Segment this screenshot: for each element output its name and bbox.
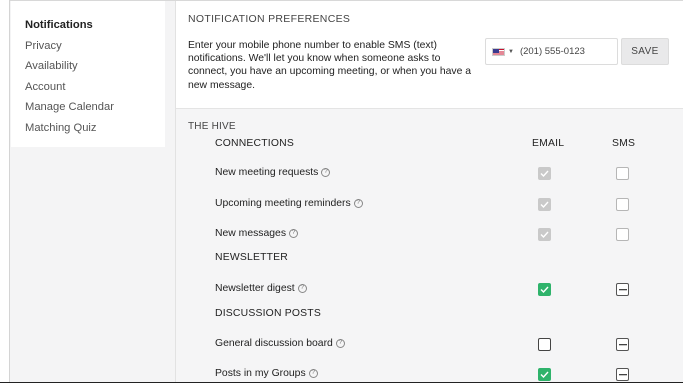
question-circle-icon[interactable]: ? [289,229,299,238]
pref-label: New meeting requests [215,167,319,178]
the-hive-preferences: THE HIVE EMAIL SMS CONNECTIONS New meeti… [176,108,683,383]
chevron-down-icon[interactable]: ▼ [508,49,514,55]
sidebar-item-notifications[interactable]: Notifications [11,15,165,36]
sidebar-item-account[interactable]: Account [11,77,165,98]
email-checkbox-new-meeting-requests[interactable] [538,167,551,180]
email-checkbox-new-messages[interactable] [538,228,551,241]
pref-row-newsletter-digest: Newsletter digest ? [215,283,307,294]
window-left-edge [0,0,10,383]
group-title: THE HIVE [188,121,236,132]
us-flag-icon[interactable] [492,47,505,56]
pref-label: Newsletter digest [215,283,295,294]
question-circle-icon[interactable]: ? [297,284,307,293]
pref-row-upcoming-meeting-reminders: Upcoming meeting reminders ? [215,198,363,209]
question-circle-icon[interactable]: ? [308,369,318,378]
section-title-connections: CONNECTIONS [215,138,294,149]
sms-checkbox-upcoming-meeting-reminders[interactable] [616,198,629,211]
sms-intro-text: Enter your mobile phone number to enable… [188,40,472,91]
email-checkbox-upcoming-meeting-reminders[interactable] [538,198,551,211]
email-checkbox-newsletter-digest[interactable] [538,283,551,296]
phone-field[interactable]: ▼ [485,38,618,65]
pref-row-general-discussion-board: General discussion board ? [215,338,345,349]
email-column-header: EMAIL [532,138,565,149]
pref-label: Posts in my Groups [215,368,306,379]
settings-sidebar: Notifications Privacy Availability Accou… [11,1,165,147]
sms-checkbox-posts-in-my-groups[interactable] [616,368,629,381]
email-checkbox-posts-in-my-groups[interactable] [538,368,551,381]
email-checkbox-general-discussion-board[interactable] [538,338,551,351]
section-title-discussion-posts: DISCUSSION POSTS [215,308,321,319]
pref-label: Upcoming meeting reminders [215,198,351,209]
question-circle-icon[interactable]: ? [353,199,363,208]
sms-checkbox-new-meeting-requests[interactable] [616,167,629,180]
pref-label: New messages [215,228,287,239]
sidebar-item-matching-quiz[interactable]: Matching Quiz [11,118,165,139]
pref-row-posts-in-my-groups: Posts in my Groups ? [215,368,318,379]
question-circle-icon[interactable]: ? [321,168,331,177]
sms-column-header: SMS [612,138,636,149]
save-button[interactable]: SAVE [621,38,669,65]
sidebar-item-availability[interactable]: Availability [11,56,165,77]
question-circle-icon[interactable]: ? [335,339,345,348]
pref-row-new-meeting-requests: New meeting requests ? [215,167,331,178]
sidebar-item-privacy[interactable]: Privacy [11,36,165,57]
sms-checkbox-general-discussion-board[interactable] [616,338,629,351]
sidebar-item-manage-calendar[interactable]: Manage Calendar [11,97,165,118]
notification-preferences-panel: NOTIFICATION PREFERENCES Enter your mobi… [175,1,683,383]
pref-row-new-messages: New messages ? [215,228,299,239]
page-title: NOTIFICATION PREFERENCES [188,13,351,25]
sms-checkbox-newsletter-digest[interactable] [616,283,629,296]
sms-checkbox-new-messages[interactable] [616,228,629,241]
pref-label: General discussion board [215,338,333,349]
phone-input[interactable] [519,46,610,57]
section-title-newsletter: NEWSLETTER [215,252,289,263]
